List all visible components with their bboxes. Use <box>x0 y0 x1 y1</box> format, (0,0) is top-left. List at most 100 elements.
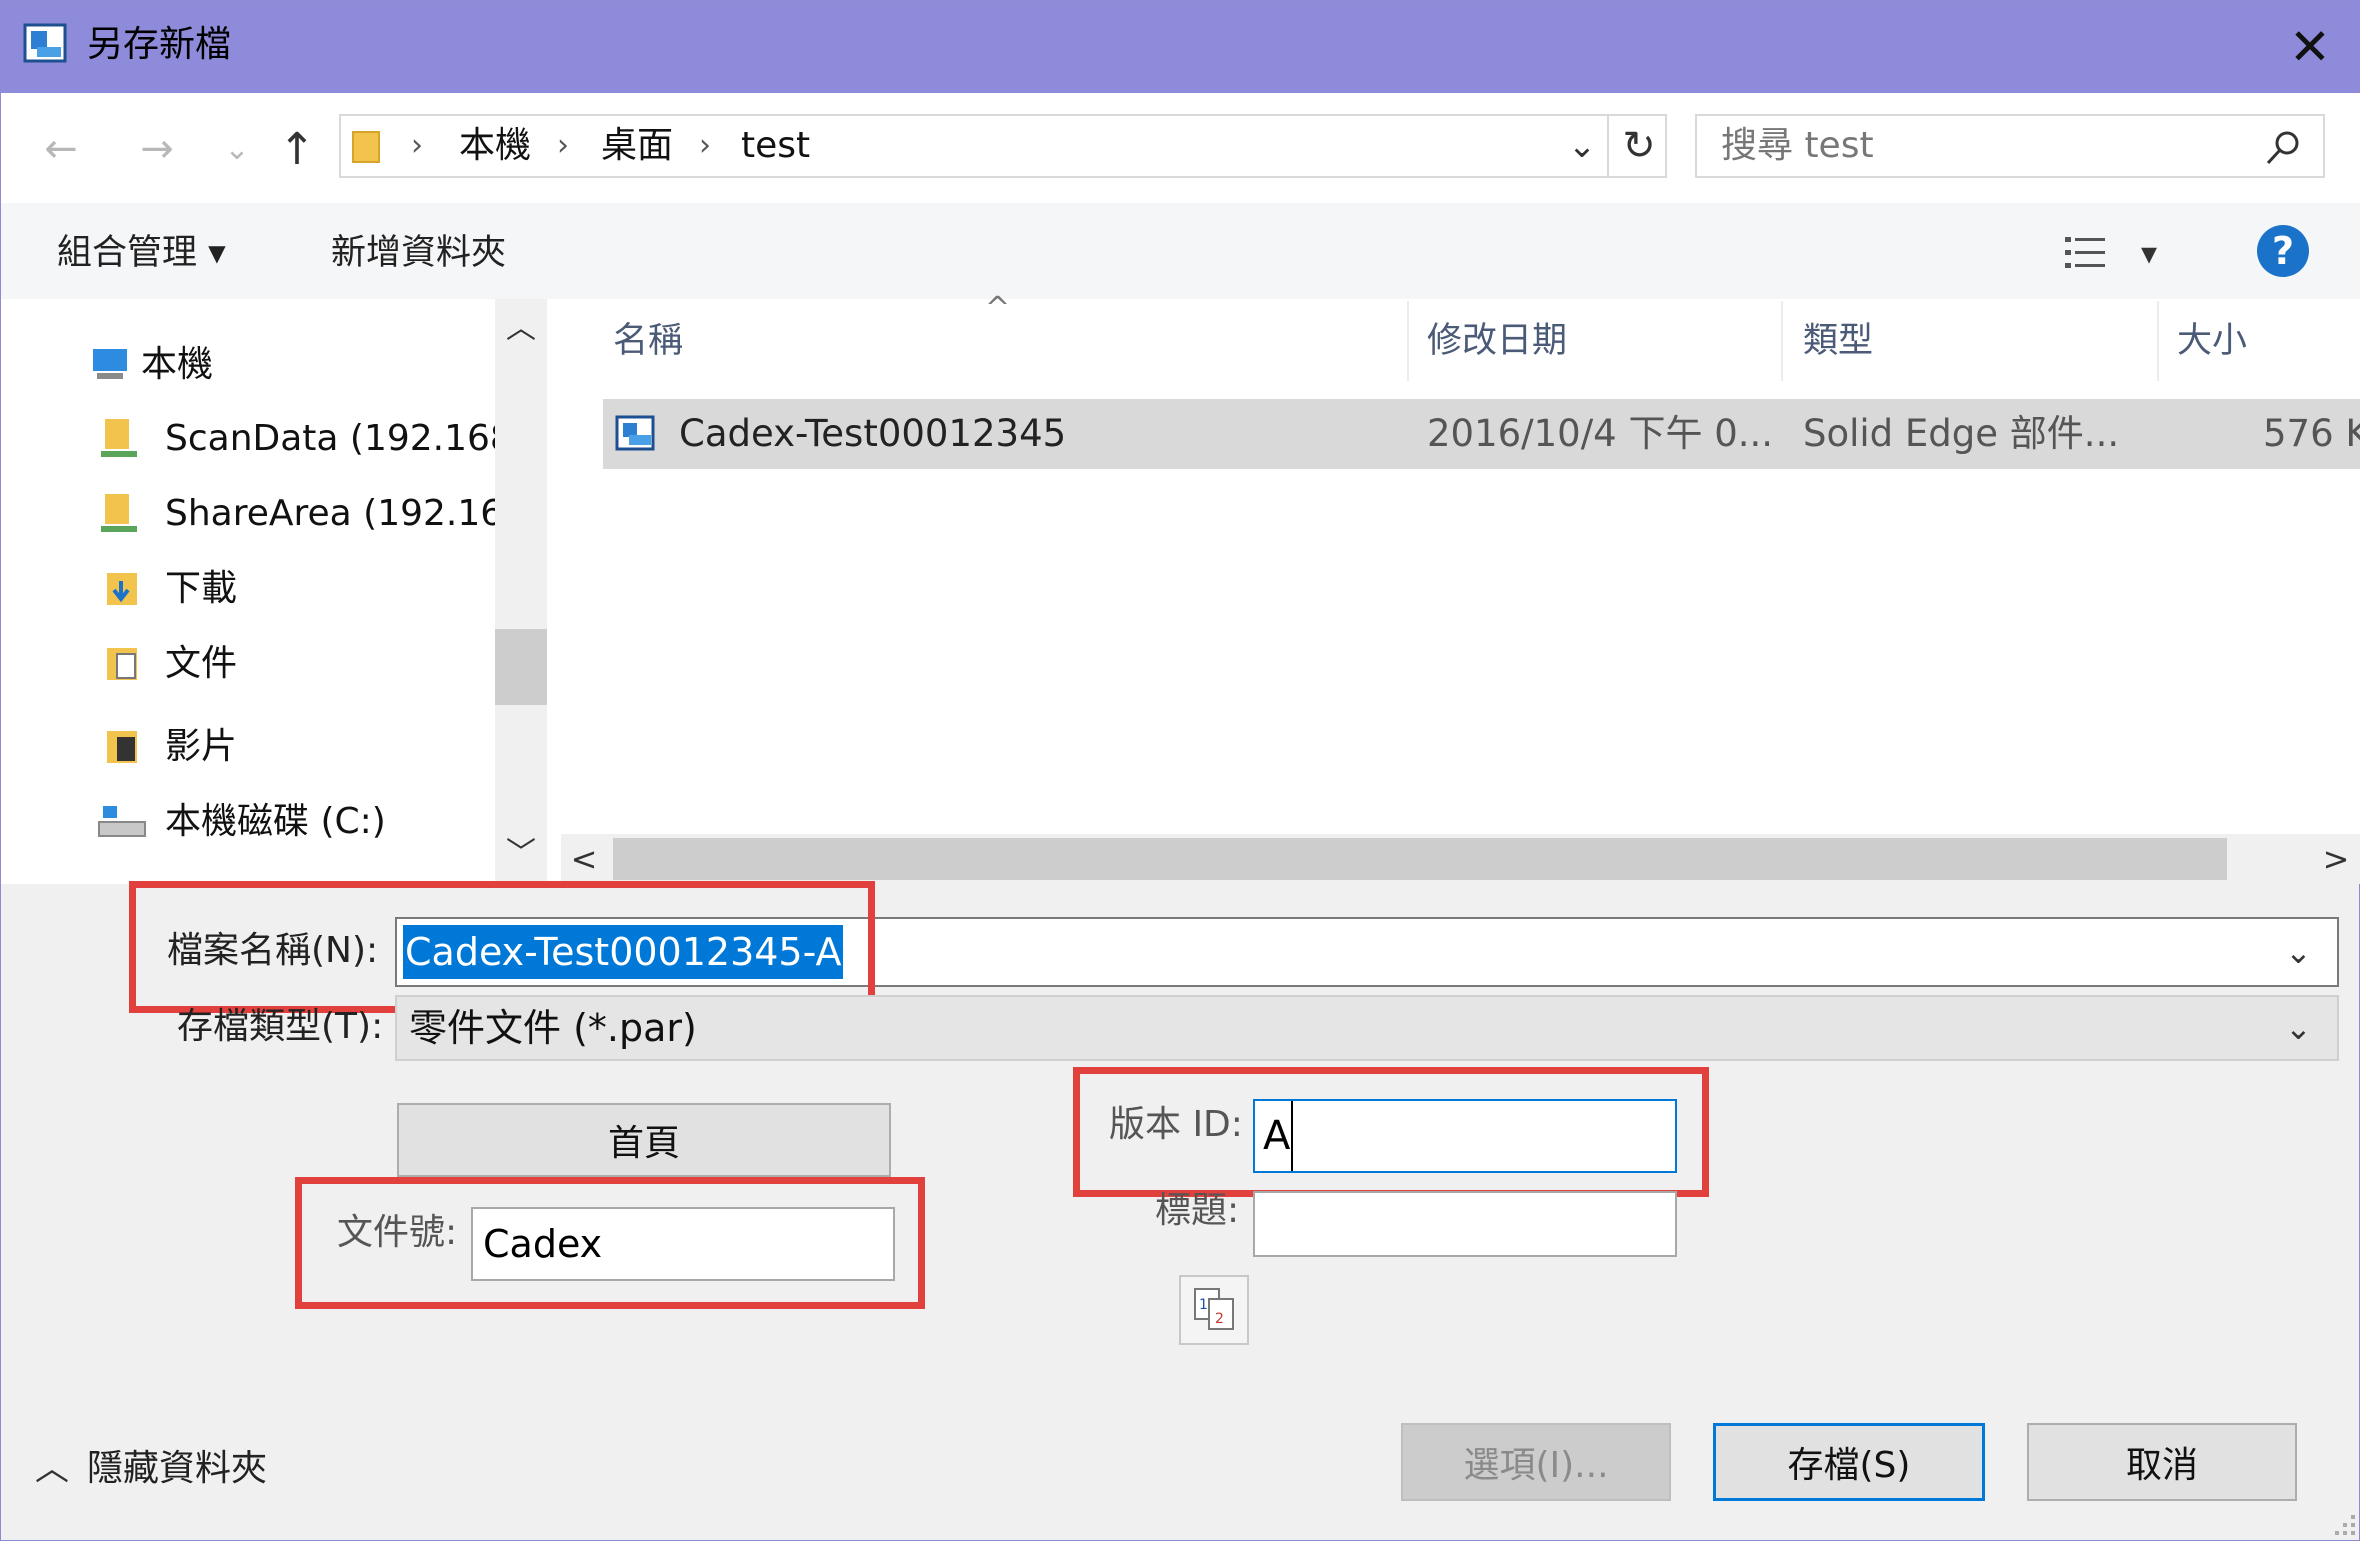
sequence-button[interactable]: 1 2 <box>1179 1275 1249 1345</box>
scroll-down-button[interactable]: ﹀ <box>495 824 547 884</box>
file-list-scrollbar[interactable]: < > <box>561 834 2360 884</box>
sidebar-item-label: ShareArea (192.168 <box>165 493 495 534</box>
help-icon: ? <box>2271 229 2295 273</box>
close-icon: ✕ <box>2289 18 2331 76</box>
refresh-icon: ↻ <box>1622 123 1656 169</box>
filetype-select[interactable]: 零件文件 (*.par) ⌄ <box>395 995 2339 1061</box>
scrollbar-thumb[interactable] <box>495 629 547 705</box>
scroll-left-button[interactable]: < <box>561 834 607 884</box>
sidebar-item-label: 文件 <box>165 643 238 684</box>
file-row[interactable]: Cadex-Test00012345 2016/10/4 下午 0... Sol… <box>603 399 2360 469</box>
sidebar-item-documents[interactable]: 文件 <box>105 632 495 696</box>
help-button[interactable]: ? <box>2257 225 2309 277</box>
svg-text:2: 2 <box>1215 1311 1224 1327</box>
breadcrumb-separator: › <box>557 128 569 163</box>
view-options-button[interactable] <box>2063 233 2111 273</box>
sidebar-item-this-pc[interactable]: 本機 <box>91 333 491 397</box>
sidebar-item-label: 下載 <box>165 568 238 609</box>
filetype-label: 存檔類型(T): <box>177 1006 384 1047</box>
chevron-down-icon: ⌄ <box>1567 126 1597 166</box>
refresh-button[interactable]: ↻ <box>1613 116 1665 176</box>
sidebar-item-downloads[interactable]: 下載 <box>105 557 495 621</box>
local-disk-icon <box>98 806 146 837</box>
window-title: 另存新檔 <box>87 24 232 65</box>
organize-button[interactable]: 組合管理 ▾ <box>57 227 226 279</box>
folder-icon <box>351 126 381 166</box>
chevron-down-icon: ⌄ <box>2285 1009 2312 1047</box>
chevron-down-icon[interactable]: ⌄ <box>2285 919 2312 985</box>
sidebar-item-local-disk[interactable]: 本機磁碟 (C:) <box>97 790 495 854</box>
up-button[interactable]: ↑ <box>267 119 327 179</box>
filetype-value: 零件文件 (*.par) <box>409 1006 697 1050</box>
breadcrumb-separator: › <box>411 128 423 163</box>
app-icon <box>23 21 69 67</box>
address-dropdown-button[interactable]: ⌄ <box>1557 116 1607 176</box>
videos-folder-icon <box>107 731 137 763</box>
cancel-button[interactable]: 取消 <box>2027 1423 2297 1501</box>
forward-arrow-icon: → <box>140 126 174 172</box>
search-icon <box>2263 128 2303 168</box>
search-box[interactable]: 搜尋 test <box>1695 114 2325 178</box>
file-name: Cadex-Test00012345 <box>679 412 1067 455</box>
column-header-name[interactable]: 名稱 <box>613 311 683 371</box>
sidebar-item-label: 本機 <box>141 344 214 385</box>
resize-grip-icon[interactable] <box>2329 1509 2357 1537</box>
documents-folder-icon <box>107 648 137 680</box>
sidebar-item-label: 本機磁碟 (C:) <box>165 801 386 842</box>
numbering-icon: 1 2 <box>1194 1288 1234 1330</box>
column-divider[interactable] <box>2157 301 2159 381</box>
save-button[interactable]: 存檔(S) <box>1713 1423 1985 1501</box>
downloads-folder-icon <box>107 573 137 605</box>
back-arrow-icon: ← <box>44 126 78 172</box>
title-input[interactable] <box>1253 1191 1677 1257</box>
column-divider[interactable] <box>1781 301 1783 381</box>
address-bar[interactable]: › 本機 › 桌面 › test ⌄ ↻ <box>339 114 1667 178</box>
navigation-scrollbar[interactable]: ︿ ﹀ <box>495 299 547 884</box>
breadcrumb-separator: › <box>699 128 711 163</box>
close-button[interactable]: ✕ <box>2259 1 2360 93</box>
title-label: 標題: <box>1155 1190 1240 1231</box>
hide-folders-toggle[interactable]: 隱藏資料夾 <box>87 1439 267 1499</box>
scroll-right-button[interactable]: > <box>2313 834 2359 884</box>
breadcrumb-item[interactable]: test <box>741 116 810 176</box>
sidebar-item-scandata[interactable]: ScanData (192.168. <box>101 407 495 471</box>
breadcrumb-item[interactable]: 桌面 <box>601 116 673 176</box>
file-type: Solid Edge 部件... <box>1803 412 2120 455</box>
scroll-up-button[interactable]: ︿ <box>495 299 547 359</box>
column-header-size[interactable]: 大小 <box>2177 311 2247 371</box>
forward-button[interactable]: → <box>127 119 187 179</box>
sidebar-item-label: 影片 <box>165 726 238 767</box>
computer-icon <box>93 349 127 379</box>
sidebar-item-sharearea[interactable]: ShareArea (192.168 <box>101 482 495 546</box>
file-modified: 2016/10/4 下午 0... <box>1427 412 1774 455</box>
highlight-box <box>295 1177 925 1309</box>
file-list <box>549 299 2360 884</box>
highlight-box <box>129 881 875 1013</box>
sidebar-item-label: ScanData (192.168. <box>165 418 495 459</box>
search-placeholder: 搜尋 test <box>1721 125 1874 166</box>
recent-locations-button[interactable]: ⌄ <box>207 119 267 179</box>
sidebar-item-videos[interactable]: 影片 <box>105 715 495 779</box>
solid-edge-part-icon <box>615 415 655 451</box>
column-header-type[interactable]: 類型 <box>1803 311 1873 371</box>
back-button[interactable]: ← <box>31 119 91 179</box>
breadcrumb-item[interactable]: 本機 <box>459 116 531 176</box>
scrollbar-thumb[interactable] <box>613 838 2227 880</box>
homepage-button[interactable]: 首頁 <box>397 1103 891 1177</box>
chevron-down-icon: ⌄ <box>224 131 250 167</box>
highlight-box <box>1073 1067 1709 1197</box>
view-dropdown-button[interactable]: ▾ <box>2141 229 2157 277</box>
chevron-up-icon[interactable]: ︿ <box>35 1441 69 1490</box>
up-arrow-icon: ↑ <box>278 123 316 175</box>
column-divider[interactable] <box>1407 301 1409 381</box>
title-bar <box>1 1 2360 93</box>
options-button[interactable]: 選項(I)... <box>1401 1423 1671 1501</box>
file-size: 576 K <box>2263 412 2360 455</box>
save-as-dialog: 另存新檔 ✕ ← → ⌄ ↑ › 本機 › 桌面 › test ⌄ ↻ 搜尋 t… <box>0 0 2360 1541</box>
network-drive-icon <box>101 494 137 532</box>
sort-indicator: ^ <box>985 291 1011 326</box>
column-header-modified[interactable]: 修改日期 <box>1427 311 1567 371</box>
new-folder-button[interactable]: 新增資料夾 <box>331 227 506 279</box>
details-view-icon <box>2065 237 2105 268</box>
divider <box>1607 116 1609 176</box>
